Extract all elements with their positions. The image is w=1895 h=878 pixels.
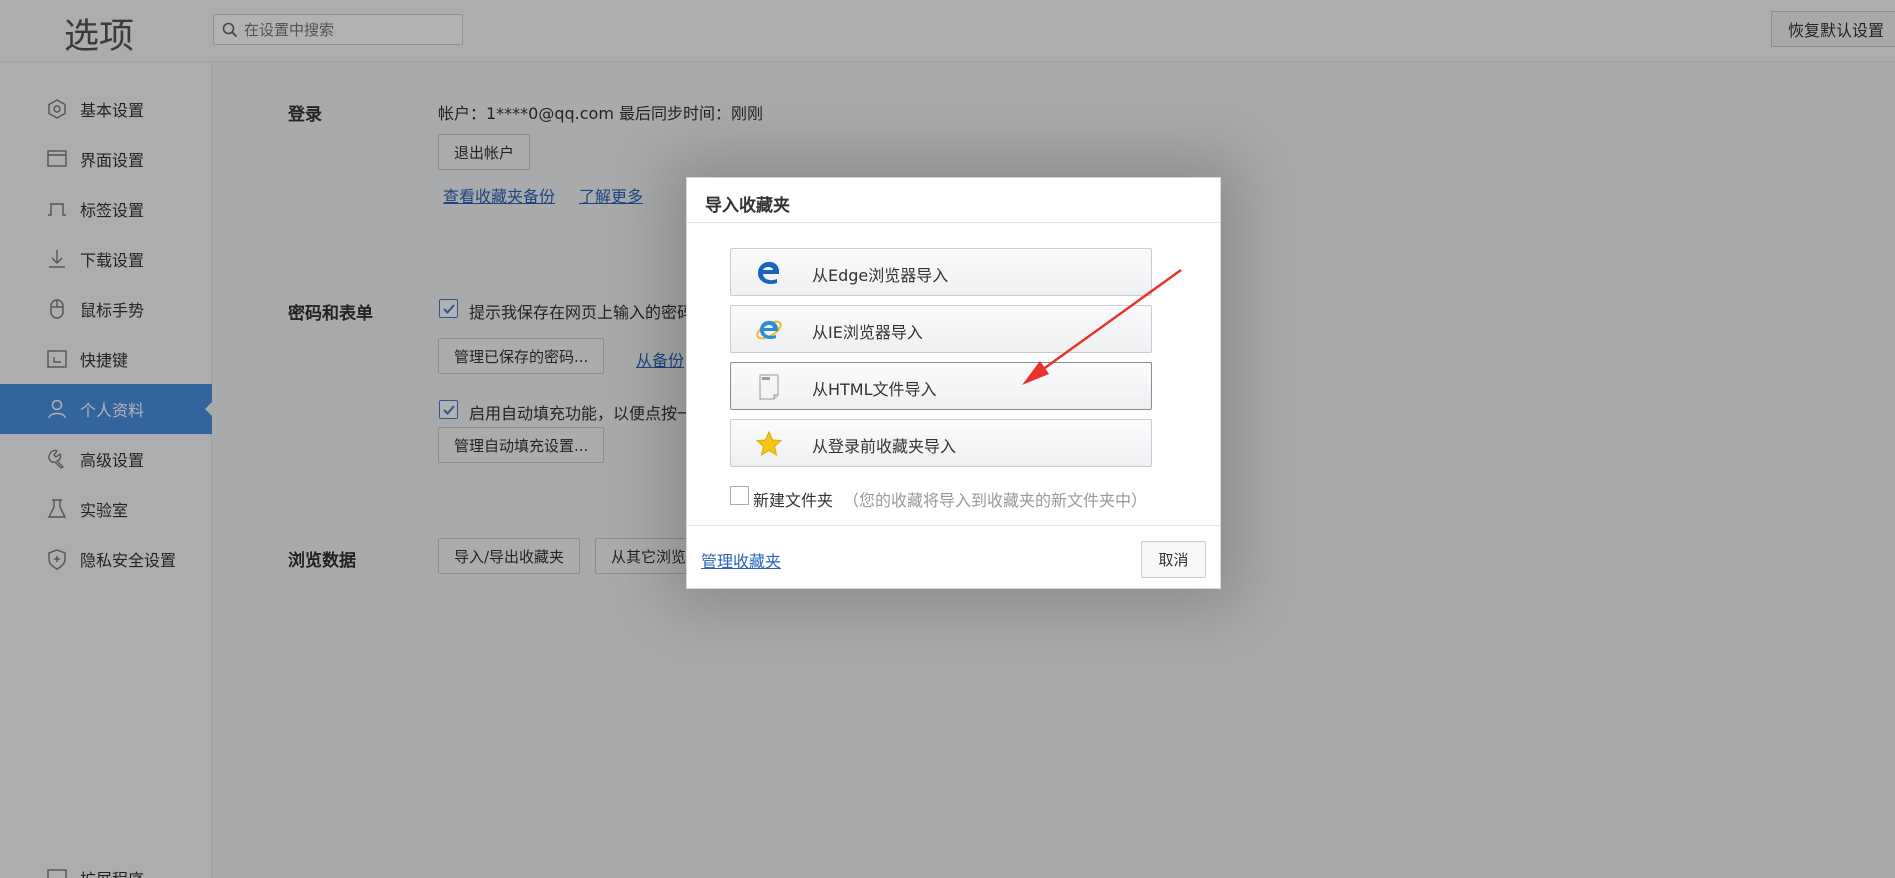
import-from-pre-login-button[interactable]: 从登录前收藏夹导入 <box>730 419 1152 467</box>
import-bookmarks-dialog: 导入收藏夹 从Edge浏览器导入 从IE浏览器导入 从HTML文件导入 从登录前… <box>686 177 1221 589</box>
manage-bookmarks-link[interactable]: 管理收藏夹 <box>701 548 781 572</box>
divider <box>687 222 1220 223</box>
divider <box>687 525 1220 526</box>
import-from-edge-button[interactable]: 从Edge浏览器导入 <box>730 248 1152 296</box>
new-folder-hint: （您的收藏将导入到收藏夹的新文件夹中） <box>843 491 1148 510</box>
option-label: 从IE浏览器导入 <box>812 323 923 342</box>
star-icon <box>755 430 783 457</box>
new-folder-label: 新建文件夹 <box>753 491 834 510</box>
ie-icon <box>756 320 782 340</box>
option-label: 从HTML文件导入 <box>812 380 937 399</box>
import-from-ie-button[interactable]: 从IE浏览器导入 <box>730 305 1152 353</box>
html-file-icon <box>759 374 779 400</box>
new-folder-checkbox[interactable] <box>730 486 749 505</box>
option-label: 从登录前收藏夹导入 <box>812 437 957 456</box>
option-label: 从Edge浏览器导入 <box>812 266 949 285</box>
import-from-html-button[interactable]: 从HTML文件导入 <box>730 362 1152 410</box>
edge-icon <box>758 261 779 284</box>
cancel-button[interactable]: 取消 <box>1141 541 1206 578</box>
dialog-title: 导入收藏夹 <box>705 196 790 216</box>
